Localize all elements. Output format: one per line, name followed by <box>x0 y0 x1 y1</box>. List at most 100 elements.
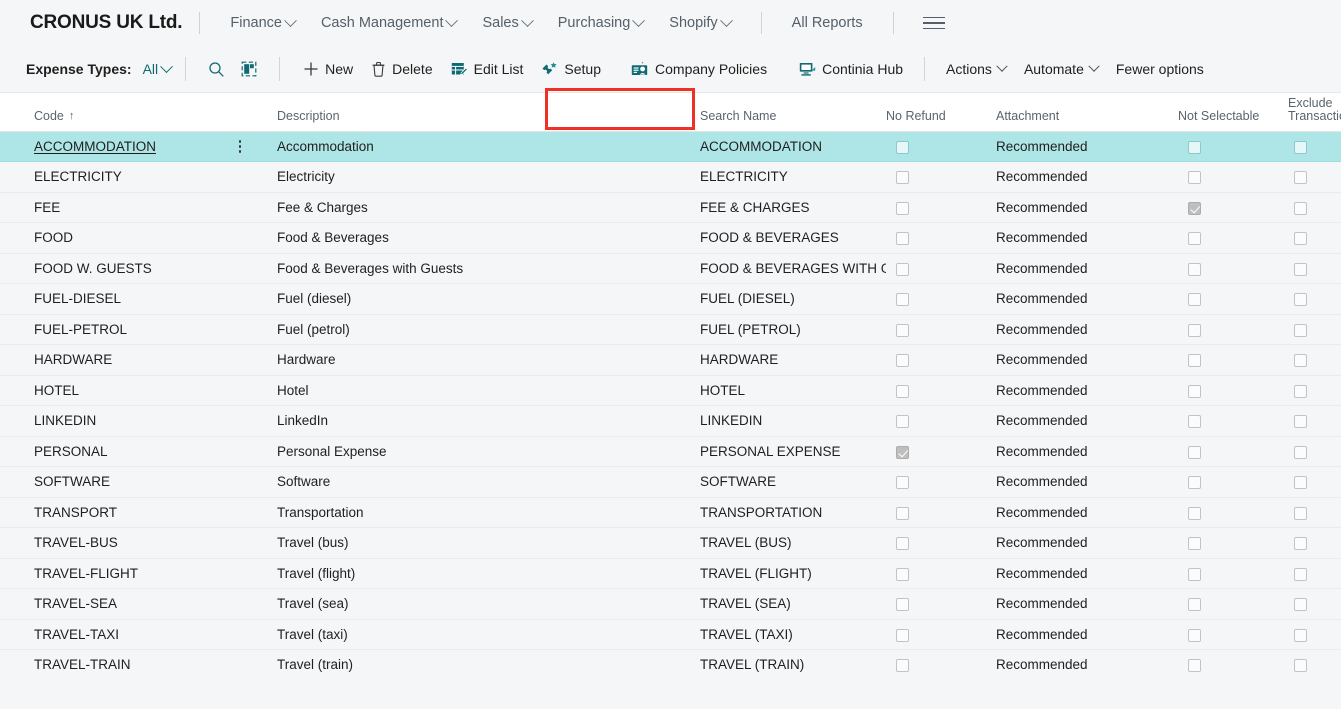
cell-search-name[interactable]: FEE & CHARGES <box>700 192 886 223</box>
table-row[interactable]: FUEL-PETROLFuel (petrol)FUEL (PETROL)Rec… <box>0 314 1341 345</box>
cell-no-refund[interactable] <box>886 375 996 406</box>
cell-exclude-transaction-checkbox[interactable] <box>1294 324 1307 337</box>
cell-not-selectable[interactable] <box>1178 406 1288 437</box>
nav-item-cash-management[interactable]: Cash Management <box>308 8 470 38</box>
cell-code[interactable]: HARDWARE <box>0 345 277 376</box>
table-row[interactable]: FEEFee & ChargesFEE & CHARGESRecommended <box>0 192 1341 223</box>
continia-hub-button[interactable]: Continia Hub <box>790 56 912 82</box>
cell-not-selectable[interactable] <box>1178 223 1288 254</box>
cell-not-selectable-checkbox[interactable] <box>1188 385 1201 398</box>
cell-exclude-transaction-checkbox[interactable] <box>1294 568 1307 581</box>
delete-button[interactable]: Delete <box>362 56 441 82</box>
cell-not-selectable-checkbox[interactable] <box>1188 507 1201 520</box>
nav-item-sales[interactable]: Sales <box>469 8 544 38</box>
cell-code[interactable]: TRANSPORT <box>0 497 277 528</box>
cell-no-refund[interactable] <box>886 253 996 284</box>
cell-no-refund-checkbox[interactable] <box>896 293 909 306</box>
cell-exclude-transaction-checkbox[interactable] <box>1294 629 1307 642</box>
cell-attachment[interactable]: Recommended <box>996 650 1178 681</box>
cell-search-name[interactable]: ELECTRICITY <box>700 162 886 193</box>
cell-exclude-transaction-checkbox[interactable] <box>1294 659 1307 672</box>
cell-no-refund-checkbox[interactable] <box>896 232 909 245</box>
cell-not-selectable[interactable] <box>1178 192 1288 223</box>
cell-search-name[interactable]: FOOD & BEVERAGES WITH G... <box>700 253 886 284</box>
cell-exclude-transaction-checkbox[interactable] <box>1294 446 1307 459</box>
table-row[interactable]: FOODFood & BeveragesFOOD & BEVERAGESReco… <box>0 223 1341 254</box>
cell-description[interactable]: Personal Expense <box>277 436 700 467</box>
cell-not-selectable-checkbox[interactable] <box>1188 293 1201 306</box>
cell-search-name[interactable]: PERSONAL EXPENSE <box>700 436 886 467</box>
fewer-options-button[interactable]: Fewer options <box>1107 56 1213 82</box>
cell-not-selectable[interactable] <box>1178 589 1288 620</box>
cell-code[interactable]: FUEL-PETROL <box>0 314 277 345</box>
table-row[interactable]: LINKEDINLinkedInLINKEDINRecommended <box>0 406 1341 437</box>
cell-code[interactable]: FEE <box>0 192 277 223</box>
cell-not-selectable[interactable] <box>1178 162 1288 193</box>
nav-item-shopify[interactable]: Shopify <box>656 8 743 38</box>
cell-code[interactable]: PERSONAL <box>0 436 277 467</box>
table-row[interactable]: TRAVEL-BUSTravel (bus)TRAVEL (BUS)Recomm… <box>0 528 1341 559</box>
cell-attachment[interactable]: Recommended <box>996 284 1178 315</box>
cell-not-selectable-checkbox[interactable] <box>1188 263 1201 276</box>
table-row[interactable]: HARDWAREHardwareHARDWARE Recommended <box>0 345 1341 376</box>
cell-exclude-transaction[interactable] <box>1288 253 1341 284</box>
table-row[interactable]: ACCOMMODATIONAccommodationACCOMMODATIONR… <box>0 131 1341 162</box>
cell-description[interactable]: Hotel <box>277 375 700 406</box>
cell-not-selectable[interactable] <box>1178 558 1288 589</box>
cell-exclude-transaction-checkbox[interactable] <box>1294 507 1307 520</box>
cell-exclude-transaction-checkbox[interactable] <box>1294 171 1307 184</box>
cell-search-name[interactable]: HOTEL <box>700 375 886 406</box>
table-row[interactable]: PERSONALPersonal ExpensePERSONAL EXPENSE… <box>0 436 1341 467</box>
table-row[interactable]: ELECTRICITYElectricityELECTRICITYRecomme… <box>0 162 1341 193</box>
cell-not-selectable-checkbox[interactable] <box>1188 415 1201 428</box>
cell-attachment[interactable]: Recommended <box>996 345 1178 376</box>
cell-no-refund[interactable] <box>886 314 996 345</box>
cell-search-name[interactable]: HARDWARE <box>700 345 886 376</box>
cell-attachment[interactable]: Recommended <box>996 253 1178 284</box>
cell-code[interactable]: FOOD W. GUESTS <box>0 253 277 284</box>
cell-search-name[interactable]: LINKEDIN <box>700 406 886 437</box>
cell-description[interactable]: Travel (taxi) <box>277 619 700 650</box>
cell-no-refund-checkbox[interactable] <box>896 385 909 398</box>
cell-not-selectable-checkbox[interactable] <box>1188 202 1201 215</box>
cell-description[interactable]: Hardware <box>277 345 700 376</box>
cell-no-refund-checkbox[interactable] <box>896 629 909 642</box>
cell-no-refund-checkbox[interactable] <box>896 202 909 215</box>
cell-code[interactable]: TRAVEL-BUS <box>0 528 277 559</box>
cell-exclude-transaction[interactable] <box>1288 375 1341 406</box>
cell-exclude-transaction[interactable] <box>1288 436 1341 467</box>
cell-no-refund-checkbox[interactable] <box>896 141 909 154</box>
cell-code[interactable]: HOTEL <box>0 375 277 406</box>
cell-no-refund[interactable] <box>886 192 996 223</box>
cell-not-selectable[interactable] <box>1178 375 1288 406</box>
cell-code[interactable]: SOFTWARE <box>0 467 277 498</box>
cell-no-refund[interactable] <box>886 436 996 467</box>
cell-no-refund-checkbox[interactable] <box>896 568 909 581</box>
cell-no-refund-checkbox[interactable] <box>896 537 909 550</box>
nav-item-all-reports[interactable]: All Reports <box>779 8 876 38</box>
cell-not-selectable-checkbox[interactable] <box>1188 171 1201 184</box>
column-header-code[interactable]: Code ↑ <box>0 93 277 131</box>
open-in-excel-button[interactable] <box>233 56 265 82</box>
cell-not-selectable[interactable] <box>1178 619 1288 650</box>
cell-description[interactable]: Travel (bus) <box>277 528 700 559</box>
cell-no-refund[interactable] <box>886 619 996 650</box>
cell-exclude-transaction[interactable] <box>1288 223 1341 254</box>
cell-search-name[interactable]: TRAVEL (BUS) <box>700 528 886 559</box>
edit-list-button[interactable]: Edit List <box>442 56 533 82</box>
cell-description[interactable]: Fuel (diesel) <box>277 284 700 315</box>
cell-no-refund-checkbox[interactable] <box>896 446 909 459</box>
cell-code[interactable]: FUEL-DIESEL <box>0 284 277 315</box>
table-row[interactable]: TRAVEL-FLIGHTTravel (flight)TRAVEL (FLIG… <box>0 558 1341 589</box>
cell-code[interactable]: FOOD <box>0 223 277 254</box>
cell-not-selectable-checkbox[interactable] <box>1188 446 1201 459</box>
cell-search-name[interactable]: TRAVEL (FLIGHT) <box>700 558 886 589</box>
table-row[interactable]: TRAVEL-SEATravel (sea)TRAVEL (SEA)Recomm… <box>0 589 1341 620</box>
cell-not-selectable[interactable] <box>1178 497 1288 528</box>
cell-not-selectable-checkbox[interactable] <box>1188 598 1201 611</box>
cell-description[interactable]: Travel (train) <box>277 650 700 681</box>
cell-no-refund[interactable] <box>886 284 996 315</box>
column-header-exclude-transaction[interactable]: Exclude Transaction <box>1288 93 1341 131</box>
cell-exclude-transaction[interactable] <box>1288 589 1341 620</box>
cell-exclude-transaction[interactable] <box>1288 650 1341 681</box>
